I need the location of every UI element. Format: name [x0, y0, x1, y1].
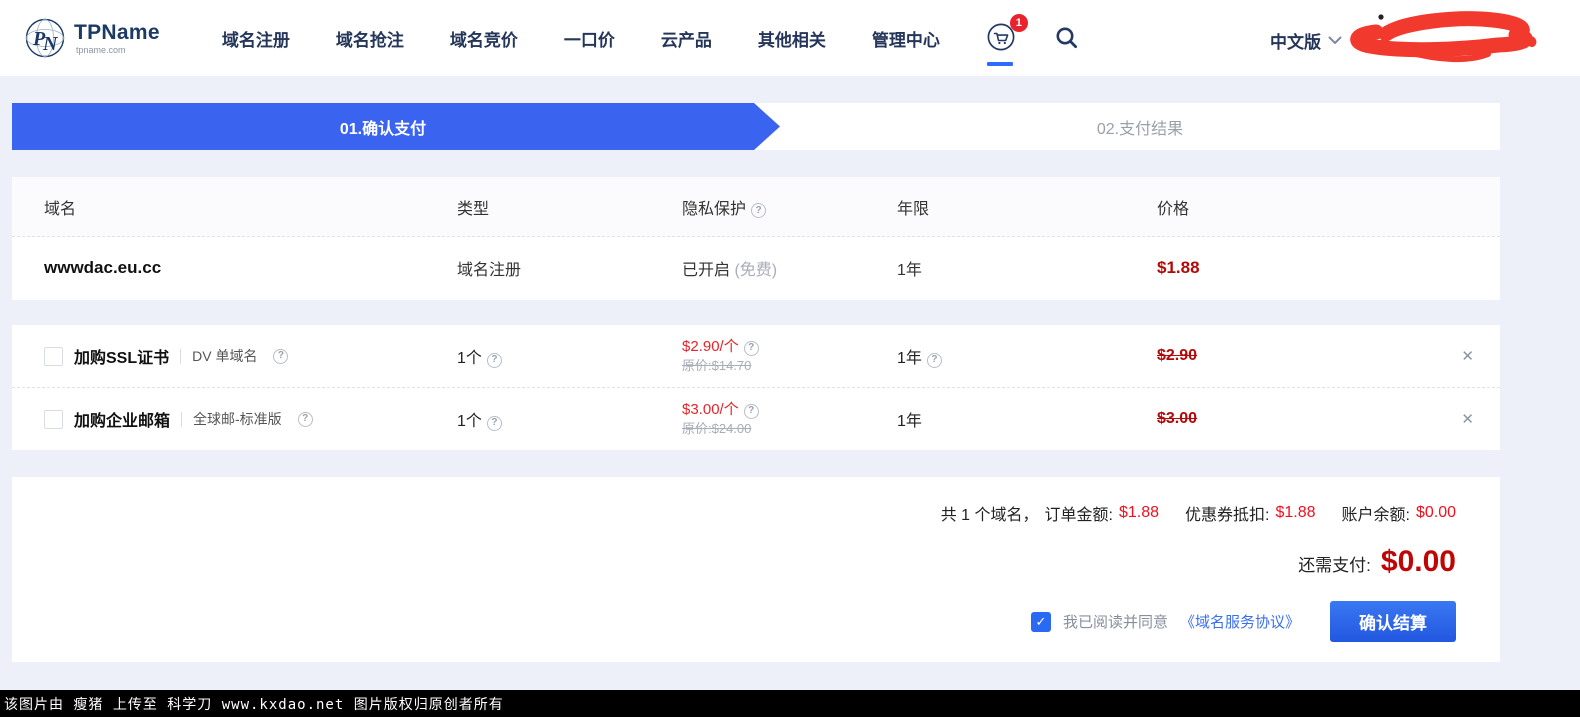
email-original-price: 原价:$24.00: [682, 421, 752, 437]
main-nav: 域名注册 域名抢注 域名竞价 一口价 云产品 其他相关 管理中心: [222, 26, 940, 51]
col-header-years: 年限: [897, 200, 930, 218]
col-header-price: 价格: [1157, 200, 1190, 218]
nav-item-fixed-price[interactable]: 一口价: [564, 26, 615, 51]
nav-item-others[interactable]: 其他相关: [758, 26, 826, 51]
email-subtitle: 全球邮-标准版: [193, 411, 282, 427]
nav-icon-group: 1: [986, 14, 1080, 66]
email-checkbox[interactable]: [44, 409, 63, 429]
divider: [180, 348, 182, 364]
domain-name: wwwdac.eu.cc: [44, 258, 162, 277]
cart-count-badge: 1: [1009, 14, 1028, 32]
checkout-page: P N TPName tpname.com 域名注册 域名抢注 域名竞价 一口价…: [0, 0, 1580, 717]
divider: [181, 411, 183, 427]
amount-due-line: 还需支付: $0.00: [1298, 545, 1456, 579]
check-icon: ✓: [1035, 613, 1047, 629]
step-confirm-payment: 01.确认支付: [12, 103, 780, 150]
ssl-years: 1年?: [897, 344, 1157, 368]
domain-price: $1.88: [1157, 258, 1200, 277]
help-icon[interactable]: ?: [743, 403, 759, 419]
order-amount-value: $1.88: [1118, 504, 1159, 521]
addons-card: 加购SSL证书 DV 单域名 ? 1个? $2.90/个? 原价:$14.70 …: [12, 325, 1500, 450]
ssl-checkbox[interactable]: [44, 346, 63, 366]
agreement-link[interactable]: 《域名服务协议》: [1180, 611, 1300, 632]
search-icon: [1054, 25, 1080, 51]
amount-due-label: 还需支付:: [1298, 556, 1371, 575]
nav-item-domain-register[interactable]: 域名注册: [222, 26, 290, 51]
domain-years: 1年: [897, 262, 922, 279]
step-payment-result-label: 02.支付结果: [1096, 120, 1184, 138]
help-icon[interactable]: ?: [926, 352, 942, 368]
email-price-stack: $3.00/个? 原价:$24.00: [682, 400, 897, 438]
brand-domain: tpname.com: [76, 44, 126, 55]
order-amount-label: 订单金额:: [1044, 507, 1113, 524]
ssl-price-stack: $2.90/个? 原价:$14.70: [682, 337, 897, 375]
brand-name: TPName: [74, 20, 160, 44]
step-confirm-payment-label: 01.确认支付: [339, 120, 427, 138]
watermark-bar: 该图片由 瘦猪 上传至 科学刀 www.kxdao.net 图片版权归原创者所有: [0, 690, 1580, 717]
language-selector[interactable]: 中文版: [1270, 28, 1342, 53]
email-close-icon[interactable]: ✕: [1461, 410, 1474, 428]
balance-value: $0.00: [1415, 504, 1456, 521]
summary-line: 共 1 个域名， 订单金额: $1.88 优惠券抵扣: $1.88 账户余额: …: [941, 501, 1456, 525]
help-icon[interactable]: ?: [743, 340, 759, 356]
domain-type: 域名注册: [457, 262, 522, 279]
addon-row-email: 加购企业邮箱 全球邮-标准版 ? 1个? $3.00/个? 原价:$24.00 …: [12, 387, 1500, 450]
help-icon[interactable]: ?: [273, 348, 289, 364]
email-qty: 1个?: [457, 407, 682, 431]
col-header-domain: 域名: [44, 200, 77, 218]
step-payment-result: 02.支付结果: [780, 103, 1500, 150]
ssl-qty: 1个?: [457, 344, 682, 368]
help-icon[interactable]: ?: [751, 203, 767, 218]
active-tab-underline: [986, 62, 1013, 66]
top-navbar: P N TPName tpname.com 域名注册 域名抢注 域名竞价 一口价…: [0, 0, 1580, 76]
confirm-checkout-button[interactable]: 确认结算: [1330, 601, 1456, 642]
nav-item-domain-auction[interactable]: 域名竞价: [450, 26, 518, 51]
balance-label: 账户余额:: [1341, 507, 1410, 524]
order-summary-card: 共 1 个域名， 订单金额: $1.88 优惠券抵扣: $1.88 账户余额: …: [12, 477, 1500, 662]
chevron-down-icon: [1328, 36, 1342, 45]
help-icon[interactable]: ?: [486, 415, 502, 431]
email-years: 1年: [897, 413, 922, 430]
cart-button[interactable]: 1: [986, 14, 1028, 66]
svg-text:N: N: [42, 33, 59, 55]
nav-item-cloud-products[interactable]: 云产品: [661, 26, 712, 51]
privacy-free-note: (免费): [734, 262, 778, 279]
coupon-label: 优惠券抵扣:: [1185, 507, 1270, 524]
redaction-scribble: [1348, 8, 1538, 66]
email-total-price: $3.00: [1157, 410, 1198, 427]
privacy-status: 已开启 (免费): [682, 262, 778, 279]
ssl-title: 加购SSL证书: [74, 350, 170, 367]
agreement-text: 我已阅读并同意: [1062, 614, 1168, 631]
language-label: 中文版: [1270, 33, 1321, 52]
help-icon[interactable]: ?: [297, 411, 313, 427]
help-icon[interactable]: ?: [486, 352, 502, 368]
coupon-value: $1.88: [1275, 504, 1316, 521]
ssl-original-price: 原价:$14.70: [682, 358, 752, 374]
brand-logo[interactable]: P N TPName tpname.com: [24, 17, 160, 59]
order-table-row: wwwdac.eu.cc 域名注册 已开启 (免费) 1年 $1.88: [12, 237, 1500, 299]
col-header-type: 类型: [457, 200, 490, 218]
order-table-header: 域名 类型 隐私保护? 年限 价格: [12, 177, 1500, 237]
domain-count: 共 1 个域名，: [940, 507, 1039, 524]
order-table-card: 域名 类型 隐私保护? 年限 价格 wwwdac.eu.cc 域名注册 已开启 …: [12, 177, 1500, 300]
agreement-checkbox[interactable]: ✓: [1030, 611, 1051, 632]
email-title: 加购企业邮箱: [74, 413, 171, 430]
agreement-line: ✓ 我已阅读并同意 《域名服务协议》 确认结算: [1030, 601, 1456, 642]
search-button[interactable]: [1054, 25, 1080, 51]
amount-due-value: $0.00: [1380, 545, 1456, 578]
ssl-total-price: $2.90: [1157, 347, 1198, 364]
ssl-subtitle: DV 单域名: [192, 348, 258, 364]
nav-item-management-center[interactable]: 管理中心: [872, 26, 940, 51]
watermark-text: 该图片由 瘦猪 上传至 科学刀 www.kxdao.net 图片版权归原创者所有: [4, 696, 504, 713]
addon-row-ssl: 加购SSL证书 DV 单域名 ? 1个? $2.90/个? 原价:$14.70 …: [12, 325, 1500, 387]
col-header-privacy: 隐私保护?: [682, 195, 897, 219]
ssl-close-icon[interactable]: ✕: [1461, 347, 1474, 365]
nav-item-domain-backorder[interactable]: 域名抢注: [336, 26, 404, 51]
checkout-progress: 01.确认支付 02.支付结果: [12, 103, 1500, 150]
globe-logo-icon: P N: [24, 17, 66, 59]
